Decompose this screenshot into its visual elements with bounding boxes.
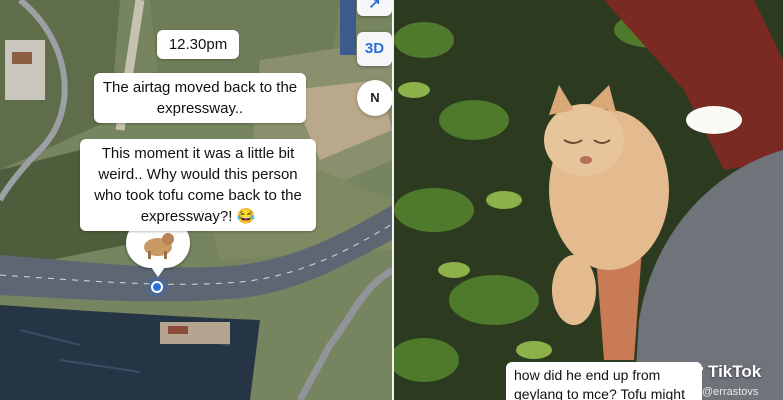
cat-video-frame	[394, 0, 783, 400]
creator-handle[interactable]: @errastovs	[702, 386, 758, 398]
tiktok-watermark: TikTok	[686, 362, 761, 382]
3d-view-button[interactable]: 3D	[357, 32, 392, 66]
video-caption: how did he end up from geylang to mce? T…	[506, 362, 702, 400]
directions-button[interactable]: ↗	[357, 0, 392, 16]
caption-airtag-moved: The airtag moved back to the expressway.…	[94, 73, 306, 123]
dog-avatar-icon	[144, 233, 174, 259]
time-caption: 12.30pm	[157, 30, 239, 59]
tiktok-label: TikTok	[708, 362, 762, 381]
video-panel[interactable]: how did he end up from geylang to mce? T…	[394, 0, 783, 400]
compass-button[interactable]: N	[357, 80, 392, 116]
map-panel[interactable]: 12.30pm The airtag moved back to the exp…	[0, 0, 392, 400]
tiktok-logo-icon	[686, 362, 703, 382]
caption-weird-moment: This moment it was a little bit weird.. …	[80, 139, 316, 231]
pin-pointer-icon	[151, 267, 165, 277]
